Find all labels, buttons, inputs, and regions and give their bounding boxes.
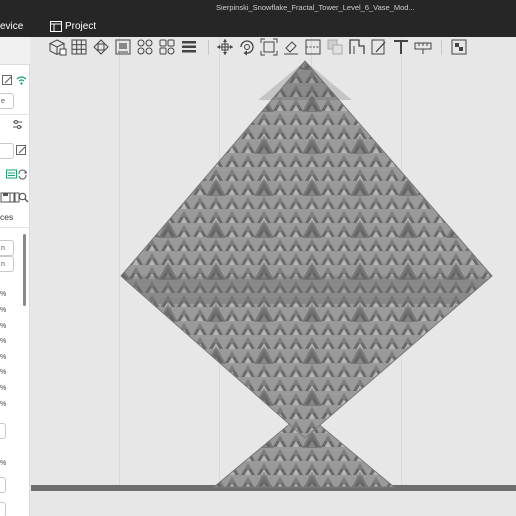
tower-diamond-body [120,60,493,439]
param-field[interactable]: n [0,240,14,256]
edit-icon[interactable] [2,75,13,86]
fractal-tower-model[interactable] [31,37,516,516]
filament-list-icon[interactable] [6,169,17,180]
tower-band [121,276,492,304]
split-objects-icon[interactable] [135,37,155,57]
3d-viewport[interactable] [31,37,516,516]
param-field[interactable] [0,423,6,439]
percent-unit: % [0,323,7,330]
sidebar-header [0,37,30,65]
auto-orient-icon[interactable] [113,37,133,57]
build-plate-shadow [31,491,516,516]
scale-icon[interactable] [259,37,279,57]
edit-filament-icon[interactable] [16,145,27,156]
percent-unit: % [0,460,7,467]
orient-icon[interactable] [91,37,111,57]
toolbar-divider [208,40,209,55]
tab-bar: evice Project [0,17,516,37]
tower-top-shade [258,61,352,100]
text-icon[interactable] [391,37,411,57]
seam-paint-icon[interactable] [369,37,389,57]
tab-project[interactable]: Project [65,21,96,32]
percent-unit: % [0,369,7,376]
section-label: ces [0,212,14,222]
sidebar-divider [0,227,30,228]
printer-field[interactable]: e [0,93,14,109]
param-field[interactable]: n [0,256,14,272]
paint-icon[interactable] [281,37,301,57]
move-icon[interactable] [215,37,235,57]
sync-icon[interactable] [17,169,28,180]
add-cube-icon[interactable] [47,37,67,57]
filament-field[interactable] [0,143,14,159]
percent-unit: % [0,354,7,361]
rotate-icon[interactable] [237,37,257,57]
project-icon [50,21,62,32]
boolean-icon[interactable] [325,37,345,57]
measure-icon[interactable] [413,37,433,57]
param-field[interactable] [0,502,6,516]
assemble-icon[interactable] [449,37,469,57]
window-title: Sierpinski_Snowflake_Fractal_Tower_Level… [216,3,415,12]
param-field[interactable] [0,477,6,493]
percent-unit: % [0,291,7,298]
search-icon[interactable] [18,192,29,203]
settings-sliders-icon[interactable] [12,119,23,130]
sidebar-scrollbar[interactable] [23,234,26,306]
wifi-icon[interactable] [16,75,27,86]
split-parts-icon[interactable] [157,37,177,57]
settings-sidebar: e ces n n % % % % % % % % % [0,37,30,516]
tab-device[interactable]: evice [0,21,23,32]
support-paint-icon[interactable] [347,37,367,57]
sidebar-divider [0,114,30,115]
main-toolbar [44,36,472,59]
arrange-grid-icon[interactable] [69,37,89,57]
percent-unit: % [0,307,7,314]
title-bar: Sierpinski_Snowflake_Fractal_Tower_Level… [0,0,516,17]
percent-unit: % [0,338,7,345]
cut-icon[interactable] [303,37,323,57]
toolbar-divider [441,40,442,55]
percent-unit: % [0,385,7,392]
layers-icon[interactable] [179,37,199,57]
percent-unit: % [0,401,7,408]
